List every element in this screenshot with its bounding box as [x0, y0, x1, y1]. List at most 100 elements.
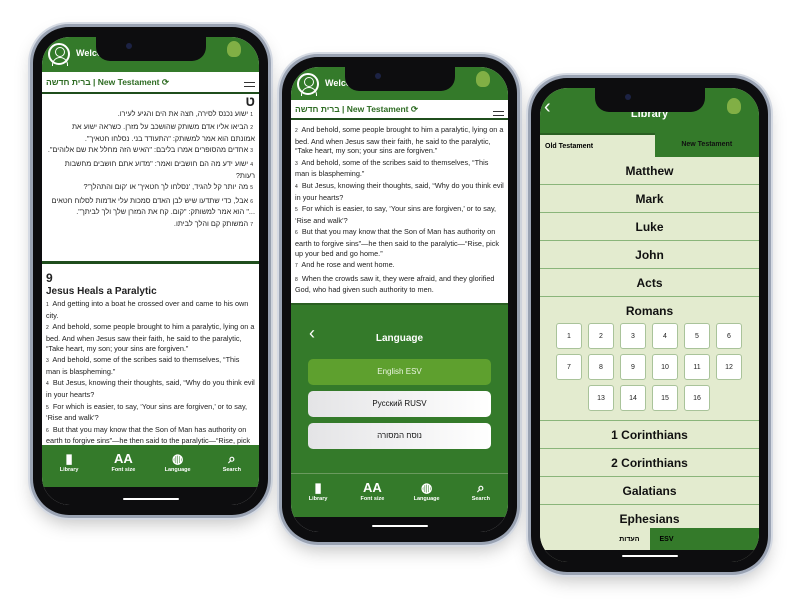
nav-language[interactable]: ◍ Language — [154, 445, 202, 487]
version-tab-esv[interactable]: ESV — [649, 528, 759, 550]
chapter-number: 9 — [46, 271, 53, 285]
phone-language: Welcome! ברית חדשה | New Testament ⟳ 2 A… — [282, 57, 517, 542]
bottom-nav: ▮ Library AA Font size ◍ Language ⌕ Search — [42, 445, 259, 487]
notch — [594, 88, 705, 112]
chapter-button[interactable]: 11 — [684, 354, 710, 380]
nav-label: Language — [413, 496, 440, 502]
verse-number: 2 — [295, 128, 298, 134]
nav-label: Search — [222, 467, 242, 473]
chapter-button[interactable]: 3 — [620, 323, 646, 349]
verse-text: And behold, some people brought to him a… — [295, 125, 504, 156]
language-option-hebrew[interactable]: נוסח המסורה — [308, 423, 491, 449]
verse-text: הביאו אליו אדם משותק שהושכב על מזרן. כשר… — [71, 122, 255, 143]
book-row-expanded[interactable]: Romans — [540, 297, 759, 325]
nav-label: Font size — [111, 467, 136, 473]
verse-number: 7 — [250, 221, 253, 228]
book-row[interactable]: Matthew — [540, 157, 759, 185]
verse: 6 But that you may know that the Son of … — [295, 227, 504, 258]
verse: 5 For which is easier, to say, ‘Your sin… — [295, 204, 504, 225]
book-row[interactable]: Galatians — [540, 477, 759, 505]
testament-bar: ברית חדשה | New Testament ⟳ — [42, 72, 259, 94]
nav-search[interactable]: ⌕ Search — [457, 474, 505, 517]
notch — [344, 67, 455, 91]
verse-text: ישוע נכנס לסירה, חצה את הים והגיע לעירו. — [117, 108, 249, 118]
language-option-russian[interactable]: Русский RUSV — [308, 391, 491, 417]
testament-title[interactable]: ברית חדשה | New Testament — [46, 77, 160, 87]
book-row[interactable]: 2 Corinthians — [540, 449, 759, 477]
verse-number: 3 — [295, 160, 298, 167]
chapter-button[interactable]: 5 — [684, 323, 710, 349]
nav-font-size[interactable]: AA Font size — [99, 445, 147, 487]
verse-number: 2 — [46, 325, 49, 332]
verse-number: 5 — [295, 207, 298, 214]
verse: 4 But Jesus, knowing their thoughts, sai… — [46, 378, 255, 399]
language-option-english[interactable]: English ESV — [308, 359, 491, 385]
tab-new-testament[interactable]: New Testament — [654, 133, 759, 157]
home-indicator — [122, 498, 179, 500]
verse: 4 ישוע ידע מה הם חושבים ואמר: "מדוע אתם … — [46, 159, 255, 180]
version-tab-hebrew[interactable]: העדות — [540, 528, 650, 550]
language-panel: ‹ Language English ESV Русский RUSV נוסח… — [291, 303, 508, 473]
nav-language[interactable]: ◍ Language — [403, 474, 451, 517]
refresh-icon[interactable]: ⟳ — [409, 104, 418, 114]
verse: 3 אחדים מהסופרים אמרו בליבם: "האיש הזה מ… — [46, 145, 255, 157]
verse-number: 6 — [295, 230, 298, 237]
verse: 6 אבל, כדי שתדעו שיש לבן האדם סמכות עלי … — [46, 196, 255, 217]
chapter-button[interactable]: 7 — [556, 354, 582, 380]
verse-number: 5 — [250, 185, 253, 192]
nav-label: Search — [471, 496, 491, 502]
nav-library[interactable]: ▮ Library — [294, 474, 342, 517]
book-row[interactable]: Mark — [540, 185, 759, 213]
chapter-button[interactable]: 16 — [684, 385, 710, 411]
tab-old-testament[interactable]: Old Testament — [540, 133, 655, 157]
chapter-button[interactable]: 8 — [588, 354, 614, 380]
book-row[interactable]: 1 Corinthians — [540, 421, 759, 449]
nav-library[interactable]: ▮ Library — [45, 445, 93, 487]
verse: 2 הביאו אליו אדם משותק שהושכב על מזרן. כ… — [46, 122, 255, 143]
phone-reader: Welcome! ברית חדשה | New Testament ⟳ ט 1… — [33, 27, 268, 515]
menu-icon[interactable] — [244, 82, 255, 87]
nav-label: Library — [59, 467, 79, 473]
notch — [95, 37, 206, 61]
verse-text: But Jesus, knowing their thoughts, said,… — [295, 180, 504, 202]
logo — [472, 71, 502, 97]
nav-font-size[interactable]: AA Font size — [348, 474, 396, 517]
menu-icon[interactable] — [493, 111, 504, 116]
nav-search[interactable]: ⌕ Search — [208, 445, 256, 487]
book-icon: ▮ — [65, 451, 73, 466]
verse-text: ישוע ידע מה הם חושבים ואמר: "מדוע אתם חו… — [64, 158, 255, 180]
book-row[interactable]: John — [540, 241, 759, 269]
verse: 4 But Jesus, knowing their thoughts, sai… — [295, 181, 504, 202]
user-avatar-icon[interactable] — [48, 43, 70, 66]
verse-number: 8 — [295, 276, 298, 283]
verse-number: 1 — [250, 111, 253, 118]
user-avatar-icon[interactable] — [297, 73, 319, 96]
refresh-icon[interactable]: ⟳ — [160, 77, 169, 87]
nav-label: Library — [308, 496, 328, 502]
logo — [723, 98, 753, 124]
chapter-button[interactable]: 4 — [652, 323, 678, 349]
chapter-button[interactable]: 12 — [716, 354, 742, 380]
verse: 8 When the crowds saw it, they were afra… — [295, 274, 504, 295]
home-indicator — [371, 525, 428, 527]
font-size-icon: AA — [362, 480, 382, 495]
book-row[interactable]: Luke — [540, 213, 759, 241]
chapter-button[interactable]: 13 — [588, 385, 614, 411]
verse-text: מה יותר קל להגיד, 'נסלחו לך חטאיך' או 'ק… — [83, 182, 249, 192]
testament-title[interactable]: ברית חדשה | New Testament — [295, 104, 409, 114]
font-size-icon: AA — [113, 451, 133, 466]
verse-number: 6 — [250, 198, 253, 205]
verse-text: And behold, some of the scribes said to … — [295, 157, 489, 179]
chapter-button[interactable]: 1 — [556, 323, 582, 349]
testament-bar: ברית חדשה | New Testament ⟳ — [291, 100, 508, 120]
chapter-button[interactable]: 14 — [620, 385, 646, 411]
book-row[interactable]: Acts — [540, 269, 759, 297]
verse: 7 המשותק קם והלך לביתו. — [46, 219, 255, 231]
verse: 1 ישוע נכנס לסירה, חצה את הים והגיע לעיר… — [46, 109, 255, 121]
chapter-button[interactable]: 10 — [652, 354, 678, 380]
chapter-button[interactable]: 6 — [716, 323, 742, 349]
phone-library: ‹ Library Old Testament New Testament Ma… — [531, 78, 768, 572]
chapter-button[interactable]: 9 — [620, 354, 646, 380]
chapter-button[interactable]: 2 — [588, 323, 614, 349]
chapter-button[interactable]: 15 — [652, 385, 678, 411]
